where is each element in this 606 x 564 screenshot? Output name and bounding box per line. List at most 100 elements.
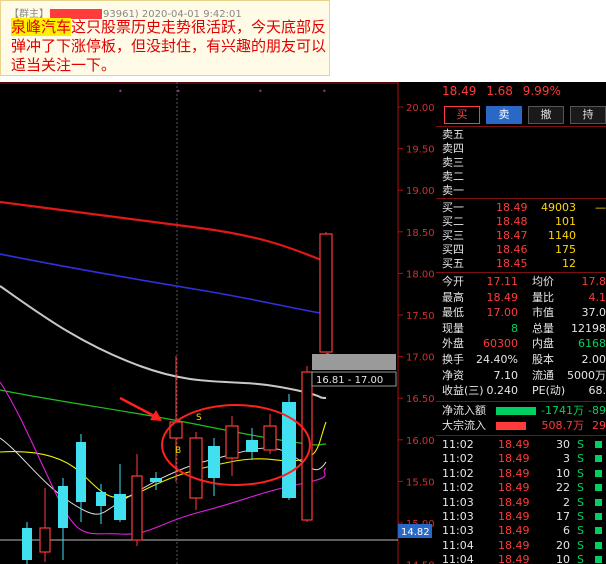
tick-row: 11:03 18.49 17 S — [436, 510, 606, 524]
cancel-order-button[interactable]: 撤 — [528, 106, 564, 124]
price-tick-label: 17.00 — [406, 353, 435, 364]
tick-time: 11:03 — [442, 510, 474, 523]
buy-button[interactable]: 买 — [444, 106, 480, 124]
stat-value: 18.49 — [486, 290, 519, 304]
stat-label: 最高 — [442, 290, 464, 304]
ask-row: 卖一 — [436, 184, 606, 198]
bid-row: 买一 18.49 49003 — — [436, 201, 606, 215]
flow-value: -1741万 — [541, 404, 584, 417]
tick-side: S — [577, 524, 584, 538]
stat-value: 8 — [511, 321, 518, 335]
price-axis-labels: 20.00 19.50 19.00 18.50 18.00 17.50 17.00 16.50… — [398, 103, 435, 564]
stat-label: 股本 — [532, 353, 554, 366]
bid-volume: 175 — [555, 243, 576, 256]
tick-price: 18.49 — [498, 466, 530, 480]
candle-body — [150, 478, 162, 482]
tick-flag — [595, 527, 602, 535]
divider — [436, 126, 606, 127]
sell-button[interactable]: 卖 — [486, 106, 522, 124]
stat-label: 今开 — [442, 275, 464, 288]
price-tick-label: 16.00 — [406, 436, 435, 447]
positions-button[interactable]: 持 — [570, 106, 606, 124]
bid-label: 买二 — [442, 215, 464, 228]
kline-svg: B S B 20.0019.5019.0018.5018.0017.5017.0… — [0, 82, 435, 564]
bid-row: 买二 18.48 101 — [436, 215, 606, 229]
current-price: 18.49 — [442, 84, 477, 98]
tick-flag — [595, 513, 602, 520]
tick-side: S — [577, 466, 584, 480]
ask-row: 卖五 — [436, 128, 606, 142]
bid-price: 18.48 — [496, 215, 528, 228]
tick-flag — [595, 556, 602, 564]
price-tick-label: 18.50 — [406, 228, 435, 239]
stat-label: 收益(三) — [442, 384, 484, 398]
top-marker-dot: • — [322, 87, 327, 96]
stat-label: 总量 — [532, 321, 554, 335]
tick-flag — [595, 469, 602, 477]
stock-name-highlight: 泉峰汽车 — [11, 18, 72, 36]
top-marker-dot: • — [258, 87, 263, 96]
tick-flag — [595, 498, 602, 506]
price-tick-label: 16.50 — [406, 394, 435, 405]
bid-extra: — — [595, 201, 606, 214]
tick-volume: 3 — [563, 452, 570, 466]
ask-label: 卖三 — [442, 156, 464, 169]
stat-label: 净资 — [442, 368, 464, 382]
tick-time: 11:02 — [442, 438, 474, 451]
tick-volume: 20 — [556, 538, 570, 552]
tick-time: 11:02 — [442, 481, 474, 495]
candle-body — [246, 440, 258, 452]
annotation-arrow — [119, 396, 159, 420]
candle-body — [58, 486, 68, 528]
quote-header: 18.49 1.68 9.99% — [442, 84, 567, 98]
price-marker-band — [312, 354, 396, 370]
sell-marker: S — [196, 413, 202, 423]
ma-magenta-line — [0, 381, 327, 535]
tick-price: 18.49 — [498, 452, 530, 466]
tick-price: 18.49 — [498, 495, 530, 509]
tick-price: 18.49 — [498, 481, 530, 495]
stat-label: 换手 — [442, 353, 464, 366]
tick-flag — [595, 455, 602, 463]
bid-row: 买三 18.47 1140 — [436, 229, 606, 243]
stat-value: 2.00 — [581, 353, 606, 366]
stat-label: 外盘 — [442, 337, 464, 351]
ask-label: 卖二 — [442, 170, 464, 183]
buy-marker: B — [175, 446, 181, 456]
bid-price: 18.45 — [496, 257, 528, 270]
bid-volume: 1140 — [548, 229, 576, 242]
stats-row: 现量 8 总量 12198 — [436, 322, 606, 336]
stats-row: 净资 7.10 流通 5000万 — [436, 369, 606, 383]
stat-label: 量比 — [532, 290, 554, 304]
top-marker-dot: • — [176, 87, 181, 96]
quote-panel: 18.49 1.68 9.99% 买 卖 撤 持 卖五 卖四 卖三 卖二 卖一 买一 18… — [436, 82, 606, 564]
tick-row: 11:02 18.49 22 S — [436, 481, 606, 495]
candle-body — [208, 446, 220, 478]
ma-gray-line — [0, 285, 327, 399]
tick-side: S — [577, 510, 584, 523]
candle-body — [319, 233, 333, 353]
tick-side: S — [577, 553, 584, 564]
stat-label: 最低 — [442, 306, 464, 320]
tick-flag — [595, 441, 602, 448]
bid-price: 18.46 — [496, 243, 528, 256]
chat-post: 【群主】 93961) 2020-04-01 9:42:01 泉峰汽车这只股票历史… — [0, 0, 330, 76]
tick-side: S — [577, 438, 584, 451]
tick-price: 18.49 — [498, 510, 530, 523]
stats-row: 今开 17.11 均价 17.8 — [436, 275, 606, 289]
ask-label: 卖五 — [442, 128, 464, 141]
stat-value: 4.1 — [588, 290, 606, 304]
candle-body — [189, 437, 203, 499]
flow-value: 508.7万 — [541, 419, 585, 432]
tick-row: 11:03 18.49 2 S — [436, 496, 606, 510]
stat-value: 68. — [588, 384, 606, 398]
flow-row: 净流入额 -1741万 -89 — [436, 404, 606, 418]
tick-row: 11:03 18.49 6 S — [436, 524, 606, 538]
ma-yellow-line — [0, 421, 327, 499]
bid-label: 买四 — [442, 243, 464, 256]
divider — [436, 272, 606, 273]
stat-label: 市值 — [532, 306, 554, 320]
kline-chart[interactable]: B S B 20.0019.5019.0018.5018.0017.5017.0… — [0, 82, 436, 564]
tick-row: 11:04 18.49 20 S — [436, 539, 606, 553]
candle-body — [22, 528, 32, 560]
